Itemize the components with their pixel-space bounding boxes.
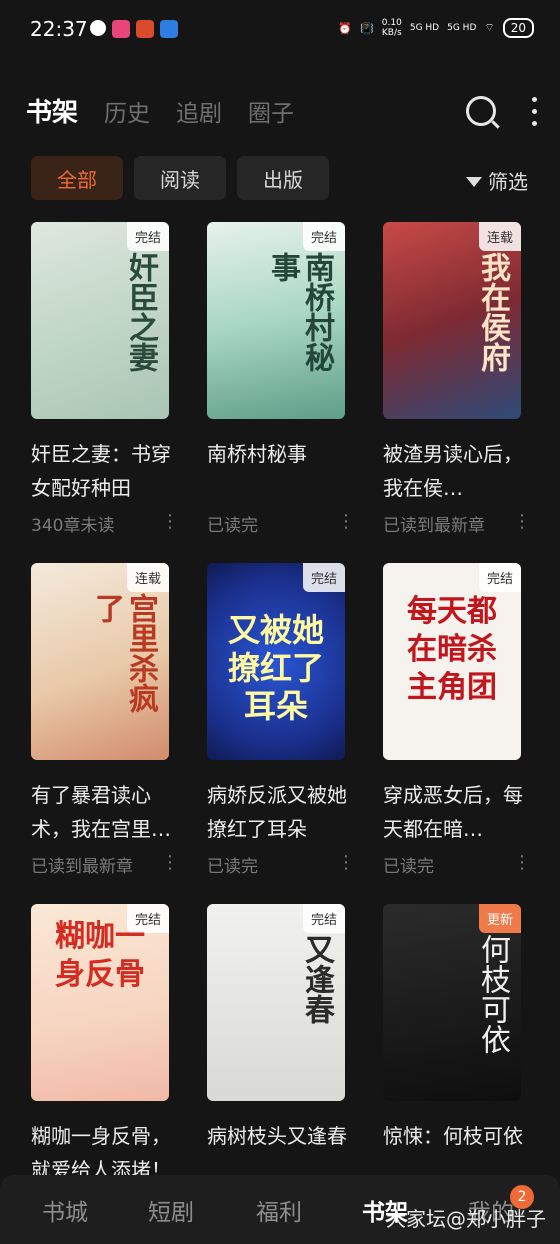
book-card[interactable]: 完结 糊咖一身反骨 糊咖一身反骨，就爱给人添堵！ <box>31 904 171 1187</box>
status-badge: 完结 <box>302 222 345 251</box>
book-more-icon[interactable]: ⋮ <box>513 852 531 877</box>
book-cover[interactable]: 连载 宫里杀疯了 <box>31 563 169 760</box>
status-badge: 更新 <box>478 904 521 933</box>
book-card[interactable]: 更新 何枝可依 惊悚：何枝可依 <box>383 904 523 1187</box>
book-card[interactable]: 完结 奸臣之妻 奸臣之妻：书穿女配好种田 340章未读 ⋮ <box>31 222 179 536</box>
battery-indicator: 20 <box>502 18 534 38</box>
cover-title: 何枝可依 <box>475 934 510 1054</box>
status-badge: 完结 <box>126 222 169 251</box>
tab-drama[interactable]: 追剧 <box>176 94 222 128</box>
chip-published[interactable]: 出版 <box>237 156 329 200</box>
status-badge: 完结 <box>478 563 521 592</box>
nav-bookstore[interactable]: 书城 <box>42 1193 88 1227</box>
top-tab-bar: 书架 历史 追剧 圈子 <box>26 92 294 129</box>
wifi-icon: ⌔ <box>484 21 495 34</box>
signal-1: 5G HD <box>409 23 440 33</box>
more-options-icon[interactable] <box>532 96 538 126</box>
book-title[interactable]: 被渣男读心后，我在侯… <box>383 437 533 505</box>
book-card[interactable]: 完结 又被她撩红了耳朵 病娇反派又被她撩红了耳朵 已读完 ⋮ <box>207 563 355 877</box>
cover-title: 宫里杀疯了 <box>89 593 158 713</box>
book-progress: 已读到最新章 <box>31 857 133 877</box>
app-notification-icon <box>112 20 130 38</box>
app-notification-icon <box>136 20 154 38</box>
book-progress: 已读到最新章 <box>383 516 485 536</box>
book-progress: 已读完 <box>207 857 258 877</box>
status-bar: 22:37 ⏰ 📳 0.10 KB/s 5G HD 5G HD ⌔ 20 <box>0 0 560 60</box>
cover-title: 糊咖一身反骨 <box>55 919 145 992</box>
vibrate-icon: 📳 <box>360 21 374 35</box>
nav-welfare[interactable]: 福利 <box>256 1193 302 1227</box>
book-title[interactable]: 病娇反派又被她撩红了耳朵 <box>207 778 357 846</box>
search-icon[interactable] <box>466 96 496 126</box>
cover-title: 南桥村秘事 <box>265 252 334 372</box>
cover-title: 又逢春 <box>299 934 334 1024</box>
filter-label: 筛选 <box>488 170 528 194</box>
book-cover[interactable]: 完结 又逢春 <box>207 904 345 1101</box>
book-card[interactable]: 连载 我在侯府 被渣男读心后，我在侯… 已读到最新章 ⋮ <box>383 222 531 536</box>
book-progress: 340章未读 <box>31 516 115 536</box>
book-more-icon[interactable]: ⋮ <box>337 511 355 536</box>
nav-short-drama[interactable]: 短剧 <box>148 1193 194 1227</box>
tab-circle[interactable]: 圈子 <box>248 94 294 128</box>
filter-button[interactable]: 筛选 <box>466 166 528 195</box>
book-cover[interactable]: 完结 又被她撩红了耳朵 <box>207 563 345 760</box>
status-badge: 连载 <box>478 222 521 251</box>
status-badge: 完结 <box>302 563 345 592</box>
book-cover[interactable]: 完结 每天都在暗杀主角团 <box>383 563 521 760</box>
book-more-icon[interactable]: ⋮ <box>513 511 531 536</box>
status-time: 22:37 <box>30 17 88 41</box>
cover-title: 我在侯府 <box>475 252 510 372</box>
watermark: 大家坛@郑小胖子 <box>386 1207 546 1231</box>
signal-2: 5G HD <box>447 23 477 33</box>
book-title[interactable]: 穿成恶女后，每天都在暗… <box>383 778 533 846</box>
book-cover[interactable]: 完结 奸臣之妻 <box>31 222 169 419</box>
chat-bubble-icon <box>90 20 106 36</box>
status-badge: 连载 <box>126 563 169 592</box>
tab-bookshelf[interactable]: 书架 <box>26 92 78 129</box>
status-badge: 完结 <box>302 904 345 933</box>
book-progress: 已读完 <box>207 516 258 536</box>
funnel-icon <box>466 176 482 187</box>
book-more-icon[interactable]: ⋮ <box>161 852 179 877</box>
book-card[interactable]: 完结 又逢春 病树枝头又逢春 <box>207 904 347 1187</box>
book-cover[interactable]: 完结 糊咖一身反骨 <box>31 904 169 1101</box>
tab-history[interactable]: 历史 <box>104 94 150 128</box>
book-title[interactable]: 南桥村秘事 <box>207 437 357 505</box>
chip-all[interactable]: 全部 <box>31 156 123 200</box>
filter-chips: 全部 阅读 出版 <box>31 156 329 200</box>
book-title[interactable]: 有了暴君读心术，我在宫里… <box>31 778 181 846</box>
book-cover[interactable]: 更新 何枝可依 <box>383 904 521 1101</box>
cover-title: 又被她撩红了耳朵 <box>227 611 324 725</box>
book-card[interactable]: 完结 南桥村秘事 南桥村秘事 已读完 ⋮ <box>207 222 355 536</box>
top-actions <box>466 96 538 126</box>
cover-title: 每天都在暗杀主角团 <box>407 594 497 705</box>
book-more-icon[interactable]: ⋮ <box>337 852 355 877</box>
chip-reading[interactable]: 阅读 <box>134 156 226 200</box>
alarm-icon: ⏰ <box>338 21 353 35</box>
book-card[interactable]: 连载 宫里杀疯了 有了暴君读心术，我在宫里… 已读到最新章 ⋮ <box>31 563 179 877</box>
book-card[interactable]: 完结 每天都在暗杀主角团 穿成恶女后，每天都在暗… 已读完 ⋮ <box>383 563 531 877</box>
book-cover[interactable]: 完结 南桥村秘事 <box>207 222 345 419</box>
app-notification-icon <box>160 20 178 38</box>
book-title[interactable]: 奸臣之妻：书穿女配好种田 <box>31 437 181 505</box>
cover-title: 奸臣之妻 <box>123 252 158 372</box>
book-cover[interactable]: 连载 我在侯府 <box>383 222 521 419</box>
book-progress: 已读完 <box>383 857 434 877</box>
book-more-icon[interactable]: ⋮ <box>161 511 179 536</box>
status-indicators: ⏰ 📳 0.10 KB/s 5G HD 5G HD ⌔ 20 <box>338 18 534 38</box>
network-speed: 0.10 KB/s <box>381 18 402 38</box>
status-app-icons <box>90 20 178 38</box>
